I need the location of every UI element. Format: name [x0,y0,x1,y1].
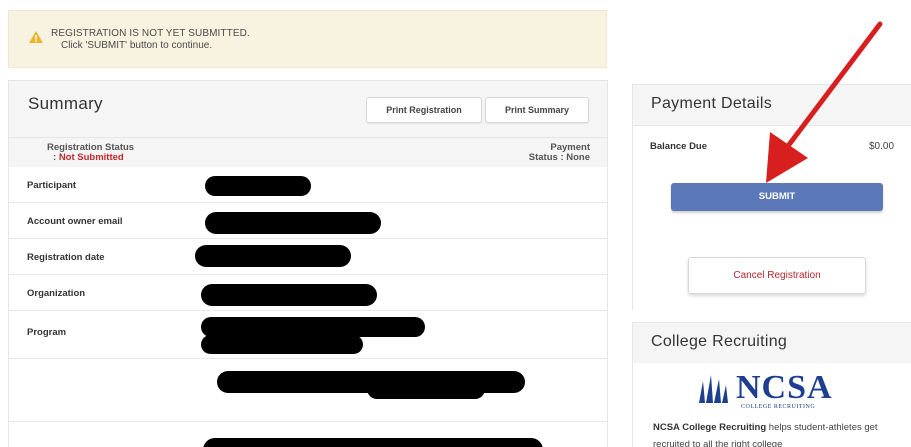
college-recruiting-panel: College Recruiting NCSA COLLEGE RECRUITI… [632,322,911,447]
ncsa-logo-subtext: COLLEGE RECRUITING [741,404,816,410]
balance-due-value: $0.00 [869,141,895,152]
balance-due-label: Balance Due [650,141,708,152]
table-row: Organization [9,275,607,311]
redacted-value [201,284,377,306]
registration-alert: REGISTRATION IS NOT YET SUBMITTED. Click… [8,10,607,68]
ncsa-lines-icon [699,375,728,403]
college-recruiting-title: College Recruiting [651,333,788,350]
row-label-organization: Organization [27,288,86,299]
redacted-value [205,212,381,234]
payment-details-panel: Payment Details Balance Due $0.00 SUBMIT… [632,84,911,311]
table-row [9,421,607,447]
payment-details-body: Balance Due $0.00 SUBMIT Cancel Registra… [633,125,911,311]
registration-status-value: Not Submitted [58,152,124,163]
row-label-registration-date: Registration date [27,252,105,263]
row-label-program: Program [27,327,67,338]
row-label-participant: Participant [27,180,77,191]
redacted-value [201,317,425,337]
print-registration-button[interactable]: Print Registration [366,97,482,123]
redacted-value [201,335,363,354]
redacted-value [203,438,543,447]
college-recruiting-body: NCSA COLLEGE RECRUITING NCSA College Rec… [633,363,911,447]
payment-status-value: Status : None [528,152,590,163]
warning-triangle-icon [29,31,43,43]
table-row: Account owner email [9,203,607,239]
redacted-value [195,245,351,267]
description-bold: NCSA College Recruiting [653,422,767,433]
submit-button[interactable]: SUBMIT [671,183,883,211]
summary-panel: Summary Print Registration Print Summary… [8,80,608,447]
cancel-registration-button[interactable]: Cancel Registration [688,257,866,294]
alert-title: REGISTRATION IS NOT YET SUBMITTED. [51,28,250,39]
payment-details-title: Payment Details [651,95,772,112]
print-summary-button[interactable]: Print Summary [485,97,589,123]
status-row: Registration Status : Not Submitted Paym… [9,137,607,167]
college-recruiting-description: NCSA College Recruiting helps student-at… [653,419,911,447]
redacted-value [205,176,311,196]
row-label-account-owner-email: Account owner email [27,216,123,227]
table-row: Program [9,311,607,359]
ncsa-logo-text: NCSA [736,369,833,406]
alert-message: Click 'SUBMIT' button to continue. [61,40,213,51]
redacted-value [367,379,485,399]
ncsa-logo[interactable]: NCSA COLLEGE RECRUITING [691,369,861,415]
table-row [9,359,607,415]
table-row: Participant [9,167,607,203]
registration-status: : Not Submitted [53,153,124,163]
summary-details: Participant Account owner email Registra… [9,167,607,447]
summary-title: Summary [28,94,103,113]
table-row: Registration date [9,239,607,275]
